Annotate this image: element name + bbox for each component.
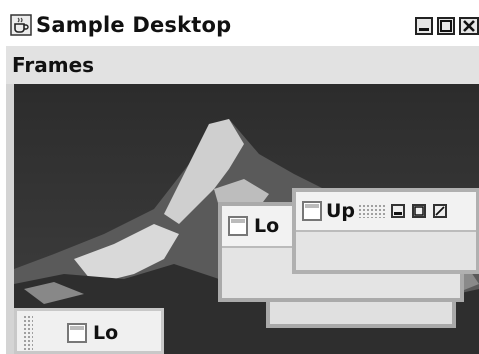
close-icon (463, 20, 475, 32)
maximize-icon (414, 206, 424, 216)
minimize-icon (419, 28, 429, 31)
menu-bar: Frames (6, 46, 479, 84)
desktop-pane[interactable]: Lo Up Lo (14, 84, 479, 354)
maximize-button[interactable] (412, 204, 426, 218)
window-title: Sample Desktop (36, 13, 232, 37)
iconified-frame-lo[interactable]: Lo (14, 308, 164, 354)
internal-frame-content (296, 230, 476, 270)
frame-icon (302, 201, 322, 221)
minimize-icon (394, 212, 402, 215)
title-grip (358, 204, 386, 218)
iconified-frame-title: Lo (93, 322, 119, 344)
cup-icon (10, 14, 32, 36)
close-icon (435, 206, 445, 216)
drag-grip[interactable] (23, 315, 33, 351)
close-button[interactable] (459, 17, 479, 35)
minimize-button[interactable] (391, 204, 405, 218)
minimize-button[interactable] (415, 17, 433, 35)
menu-frames[interactable]: Frames (12, 53, 94, 77)
title-bar[interactable]: Sample Desktop (6, 6, 479, 46)
internal-frame-title: Lo (254, 215, 280, 237)
internal-frame-title-bar[interactable]: Up (296, 192, 476, 230)
maximize-button[interactable] (437, 17, 455, 35)
frame-icon (228, 216, 248, 236)
internal-frame-title: Up (326, 200, 356, 222)
close-button[interactable] (433, 204, 447, 218)
frame-icon (67, 323, 87, 343)
app-window: Sample Desktop Frames Lo Up Lo (6, 6, 479, 354)
internal-frame-up[interactable]: Up (292, 188, 479, 274)
maximize-icon (440, 20, 452, 32)
